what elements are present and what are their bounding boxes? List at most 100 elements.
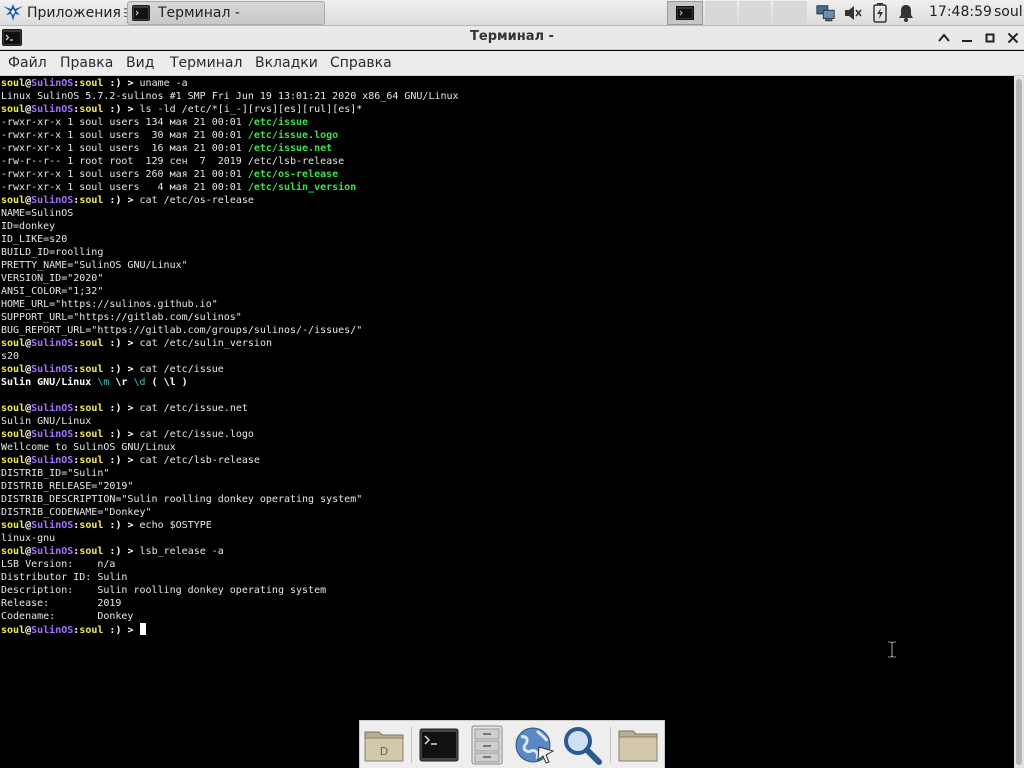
output-text: Description: Sulin roolling donkey opera… (1, 585, 327, 596)
scrollbar-thumb[interactable] (1016, 79, 1022, 765)
dock-search[interactable] (560, 725, 604, 765)
prompt-host: SulinOS (31, 403, 74, 414)
file-name: /etc/sulin_version (247, 182, 357, 193)
dock-separator (411, 727, 412, 763)
prompt-symbol: :) > (103, 78, 140, 89)
menu-terminal[interactable]: Терминал (170, 55, 242, 71)
prompt-user: soul (1, 338, 26, 349)
terminal-window-icon (132, 5, 150, 21)
issue-escape: \d (133, 377, 146, 388)
maximize-icon (985, 33, 995, 43)
terminal-prompt-line: soul@SulinOS:soul :) > echo $OSTYPE (1, 519, 212, 532)
prompt-dir: soul (79, 546, 104, 557)
prompt-symbol: :) > (103, 625, 140, 636)
workspace-2[interactable] (705, 1, 737, 25)
terminal-prompt-line: soul@SulinOS:soul :) > cat /etc/issue (1, 363, 224, 376)
output-text: NAME=SulinOS (1, 208, 74, 219)
terminal-output-line: Linux SulinOS 5.7.2-sulinos #1 SMP Fri J… (1, 90, 459, 103)
prompt-command: cat /etc/issue (139, 364, 224, 375)
prompt-command: cat /etc/issue.net (139, 403, 248, 414)
minimize-button[interactable] (957, 28, 977, 48)
prompt-symbol: :) > (103, 429, 140, 440)
top-panel: Приложения ☰ Терминал - (0, 0, 1024, 26)
window-title: Терминал - (470, 29, 554, 44)
keep-above-button[interactable] (934, 28, 954, 48)
file-metadata: -rwxr-xr-x 1 soul users 260 мая 21 00:01 (1, 169, 248, 180)
user-menu[interactable]: soul (994, 4, 1023, 20)
menu-edit[interactable]: Правка (60, 55, 113, 71)
window-titlebar[interactable]: Терминал - (0, 26, 1024, 50)
workspace-1[interactable] (667, 1, 703, 25)
issue-escape: \m (97, 377, 110, 388)
prompt-host: SulinOS (31, 455, 74, 466)
battery-charging-icon[interactable] (870, 3, 890, 23)
dock-terminal[interactable] (417, 725, 461, 765)
terminal-output-line: Wellcome to SulinOS GNU/Linux (1, 441, 176, 454)
prompt-host: SulinOS (31, 364, 74, 375)
network-icon[interactable] (816, 3, 836, 23)
applications-menu[interactable]: Приложения ☰ (2, 1, 134, 25)
prompt-user: soul (1, 104, 26, 115)
terminal-output-line: HOME_URL="https://sulinos.github.io" (1, 298, 218, 311)
svg-text:D: D (380, 745, 388, 758)
volume-muted-icon[interactable] (843, 3, 863, 23)
prompt-symbol: :) > (103, 364, 140, 375)
terminal-output-line: Sulin GNU/Linux (1, 415, 91, 428)
terminal-ls-entry: -rwxr-xr-x 1 soul users 30 мая 21 00:01 … (1, 129, 338, 142)
terminal-ls-entry: -rwxr-xr-x 1 soul users 4 мая 21 00:01 /… (1, 181, 356, 194)
output-text: ANSI_COLOR="1;32" (1, 286, 104, 297)
menu-tabs[interactable]: Вкладки (255, 55, 318, 71)
maximize-button[interactable] (980, 28, 1000, 48)
output-text: Distributor ID: Sulin (1, 572, 128, 583)
clock[interactable]: 17:48:59 (929, 4, 992, 20)
output-text: DISTRIB_ID="Sulin" (1, 468, 110, 479)
output-text: LSB Version: n/a (1, 559, 116, 570)
workspace-3[interactable] (739, 1, 771, 25)
prompt-symbol: :) > (103, 455, 140, 466)
dock-folder[interactable] (616, 725, 660, 765)
terminal-output-line: Release: 2019 (1, 597, 121, 610)
prompt-dir: soul (79, 403, 104, 414)
prompt-symbol: :) > (103, 338, 140, 349)
notification-bell-icon[interactable] (896, 3, 916, 23)
prompt-dir: soul (79, 78, 104, 89)
terminal-ls-entry: -rwxr-xr-x 1 soul users 134 мая 21 00:01… (1, 116, 308, 129)
menu-file[interactable]: Файл (8, 55, 47, 71)
terminal-output-line: Description: Sulin roolling donkey opera… (1, 584, 326, 597)
prompt-symbol: :) > (103, 520, 140, 531)
terminal-prompt-line: soul@SulinOS:soul :) > cat /etc/lsb-rele… (1, 454, 260, 467)
terminal-prompt-line: soul@SulinOS:soul :) > cat /etc/sulin_ve… (1, 337, 272, 350)
terminal-output[interactable]: soul@SulinOS:soul :) > uname -a Linux Sul… (0, 76, 1014, 768)
dock-home-folder[interactable]: D (362, 725, 406, 765)
prompt-dir: soul (79, 455, 104, 466)
prompt-symbol: :) > (103, 546, 140, 557)
terminal-scrollbar[interactable] (1014, 76, 1024, 768)
dock-separator (610, 727, 611, 763)
workspace-4[interactable] (773, 1, 807, 25)
terminal-output-line: BUG_REPORT_URL="https://gitlab.com/group… (1, 324, 362, 337)
folder-icon (618, 730, 658, 762)
dock-web-browser[interactable] (512, 725, 556, 765)
terminal-output-line: ID=donkey (1, 220, 55, 233)
menu-view[interactable]: Вид (126, 55, 154, 71)
terminal-output-line: Distributor ID: Sulin (1, 571, 127, 584)
file-name: /etc/lsb-release (247, 156, 345, 167)
prompt-host: SulinOS (31, 546, 74, 557)
prompt-dir: soul (79, 338, 104, 349)
prompt-command: cat /etc/os-release (139, 195, 254, 206)
close-button[interactable] (1003, 28, 1023, 48)
terminal-output-line: ID_LIKE=s20 (1, 233, 67, 246)
output-text: Release: 2019 (1, 598, 122, 609)
search-icon (564, 727, 602, 765)
applications-menu-label: Приложения (27, 5, 121, 21)
menu-help[interactable]: Справка (330, 55, 392, 71)
dock-file-cabinet[interactable] (465, 725, 509, 765)
taskbar-button-terminal[interactable]: Терминал - (127, 1, 325, 25)
prompt-dir: soul (79, 364, 104, 375)
terminal-prompt-line: soul@SulinOS:soul :) > ls -ld /etc/*[i_-… (1, 103, 362, 116)
terminal-output-line: DISTRIB_CODENAME="Donkey" (1, 506, 152, 519)
output-text: PRETTY_NAME="SulinOS GNU/Linux" (1, 260, 188, 271)
dock: D (359, 720, 665, 768)
terminal-ls-entry: -rw-r--r-- 1 root root 129 сен 7 2019 /e… (1, 155, 344, 168)
terminal-prompt-line: soul@SulinOS:soul :) > cat /etc/issue.ne… (1, 402, 248, 415)
